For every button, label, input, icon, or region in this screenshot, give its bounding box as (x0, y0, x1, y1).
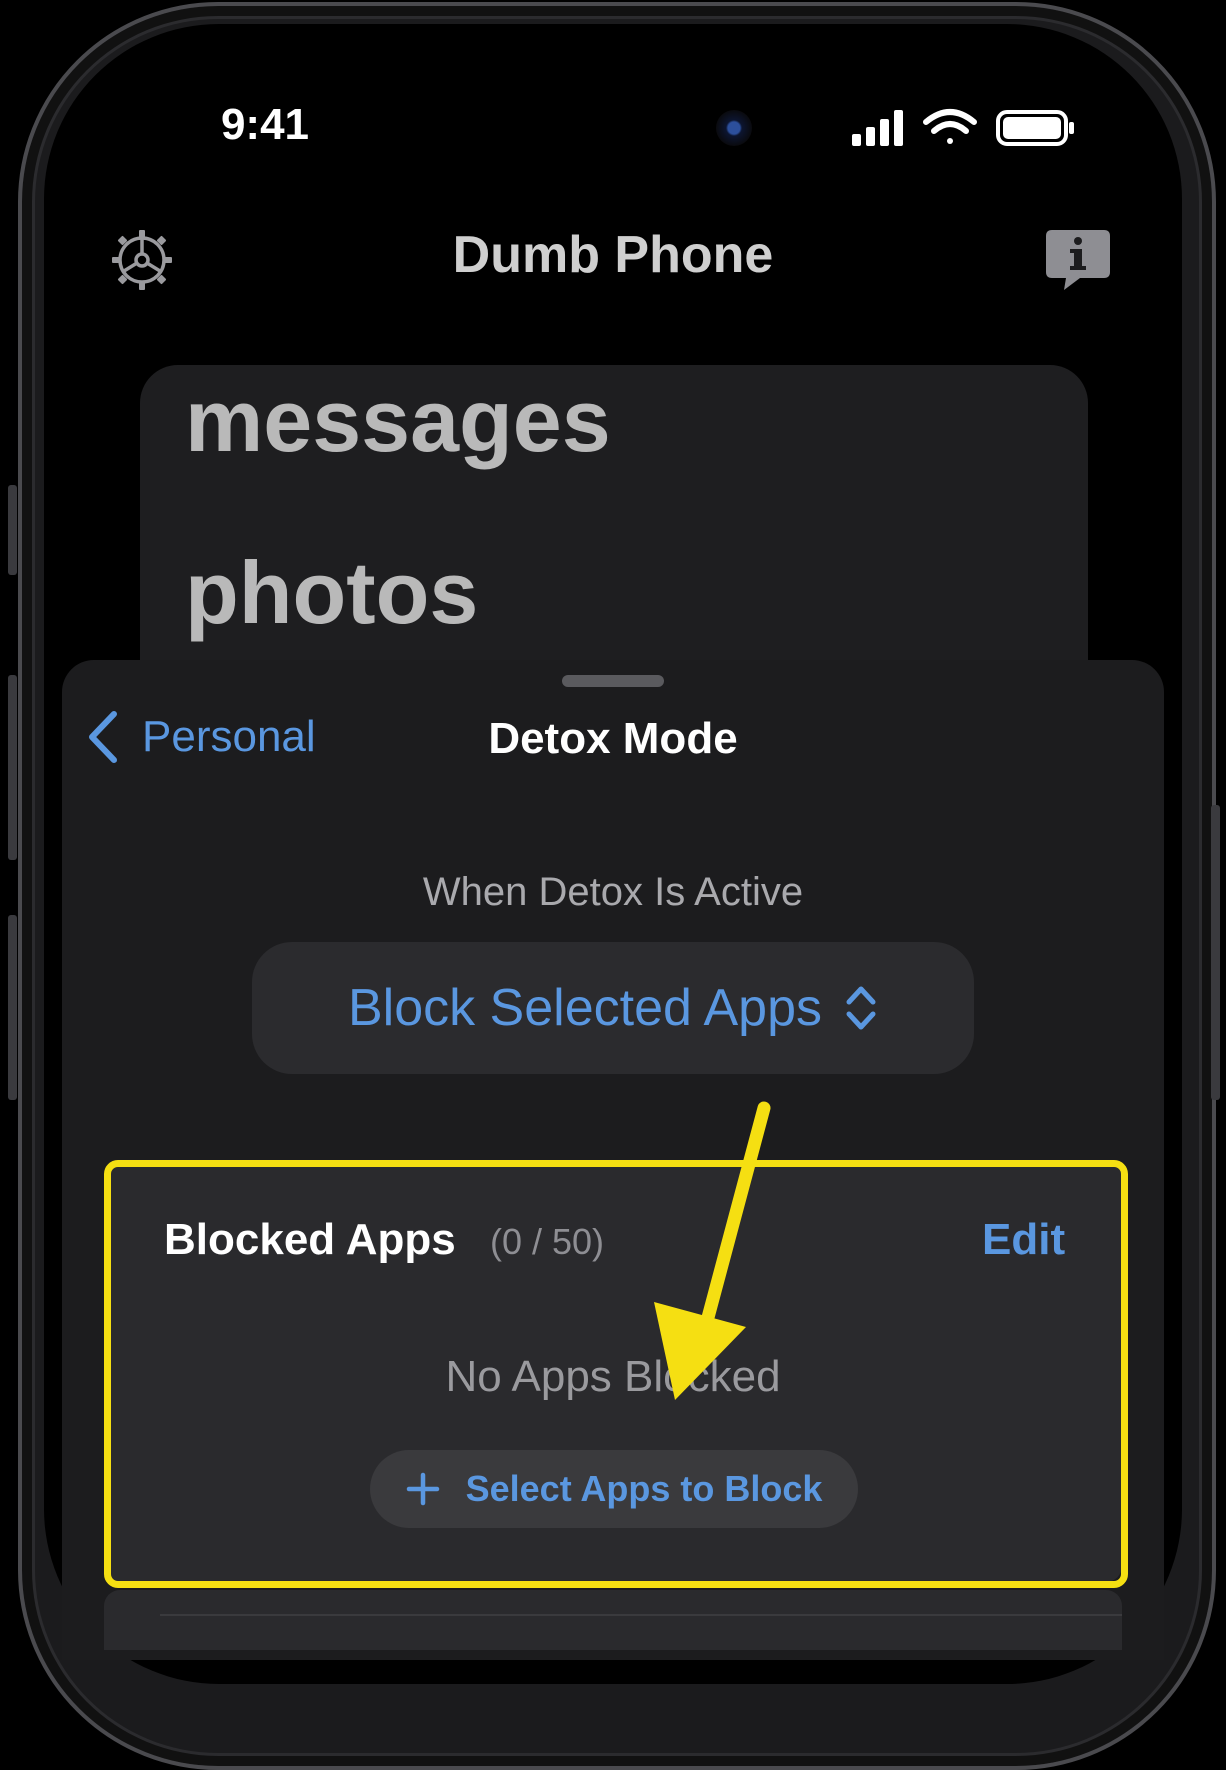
wifi-icon (923, 109, 977, 144)
camera-lens (716, 110, 752, 146)
status-icons (850, 108, 1080, 157)
app-list-item[interactable]: photos (185, 542, 478, 644)
next-section-row (104, 1590, 1122, 1650)
app-title: Dumb Phone (452, 226, 774, 284)
section-caption: When Detox Is Active (422, 870, 804, 914)
info-button[interactable] (1044, 228, 1112, 297)
signal-icon (852, 110, 903, 146)
side-button (8, 675, 17, 860)
picker-value: Block Selected Apps (347, 979, 823, 1037)
side-button (8, 915, 17, 1100)
sheet-grabber[interactable] (562, 675, 664, 687)
side-button (8, 485, 17, 575)
app-list-item[interactable]: messages (185, 370, 611, 472)
divider (160, 1614, 1122, 1616)
up-down-chevron-icon (846, 986, 876, 1030)
info-bubble-icon (1046, 230, 1110, 290)
battery-icon (996, 110, 1074, 146)
highlight-box (104, 1160, 1128, 1588)
status-time: 9:41 (220, 100, 310, 149)
detox-behavior-picker[interactable]: Block Selected Apps (252, 942, 974, 1074)
sheet-title: Detox Mode (488, 714, 738, 763)
side-button (1211, 805, 1220, 1100)
